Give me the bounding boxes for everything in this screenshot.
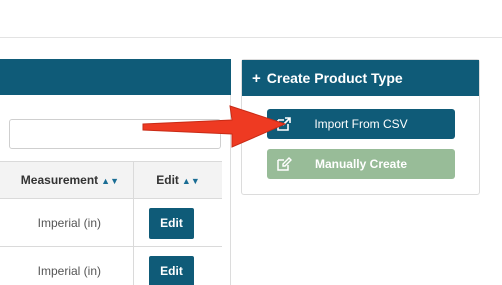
measurement-cell: Imperial (in): [37, 216, 101, 230]
measurement-cell: Imperial (in): [37, 264, 101, 278]
plus-icon: +: [252, 70, 261, 87]
edit-button[interactable]: Edit: [149, 208, 194, 239]
list-panel-header: [0, 59, 231, 95]
table-row: Imperial (in) Edit: [0, 199, 222, 247]
sort-icon: ▲▼: [181, 176, 200, 186]
column-header-measurement[interactable]: Measurement ▲▼: [0, 162, 133, 199]
sort-icon: ▲▼: [101, 176, 119, 186]
column-header-edit[interactable]: Edit ▲▼: [133, 162, 222, 199]
edit-cell: Edit: [133, 247, 222, 285]
import-from-csv-button[interactable]: Import From CSV: [267, 109, 455, 139]
annotation-arrow: [142, 105, 287, 148]
product-list-panel: Measurement ▲▼ Edit ▲▼ Imperial (in) Edit …: [0, 59, 231, 285]
top-divider: [0, 37, 502, 38]
edit-cell: Edit: [133, 199, 222, 247]
table-header: Measurement ▲▼ Edit ▲▼: [0, 162, 222, 199]
edit-icon: [277, 157, 292, 171]
panel-title: + Create Product Type: [242, 60, 479, 96]
table-row: Imperial (in) Edit: [0, 247, 222, 285]
edit-button[interactable]: Edit: [149, 256, 194, 285]
manually-create-button[interactable]: Manually Create: [267, 149, 455, 179]
product-table: Measurement ▲▼ Edit ▲▼ Imperial (in) Edit …: [0, 161, 222, 285]
